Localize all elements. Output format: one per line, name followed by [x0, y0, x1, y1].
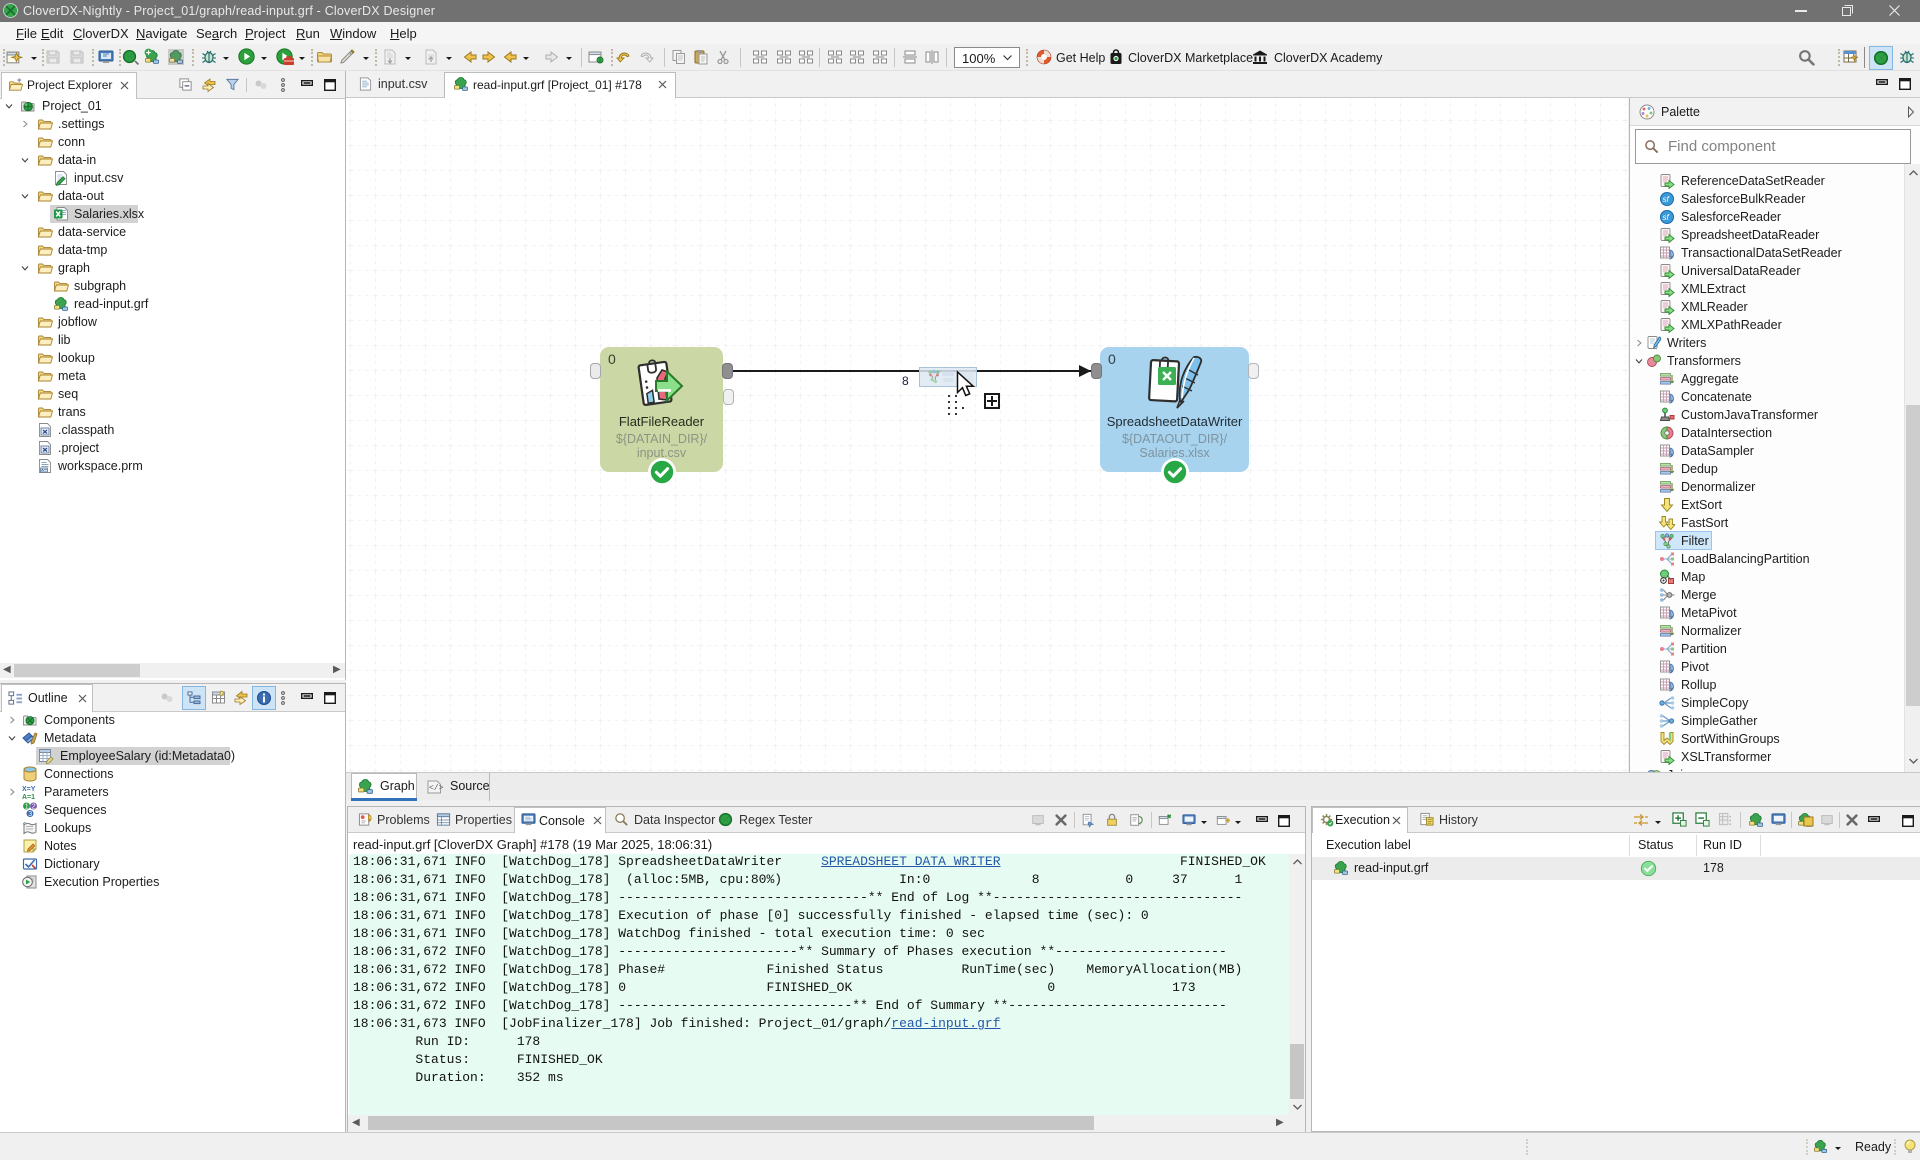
svg-text:A=1: A=1 — [22, 794, 35, 801]
svg-text:1: 1 — [25, 804, 29, 811]
svg-text:3: 3 — [28, 811, 32, 818]
svg-text:</>: </> — [429, 784, 444, 793]
svg-text:X=Y: X=Y — [22, 786, 36, 793]
svg-text:2: 2 — [32, 804, 36, 811]
